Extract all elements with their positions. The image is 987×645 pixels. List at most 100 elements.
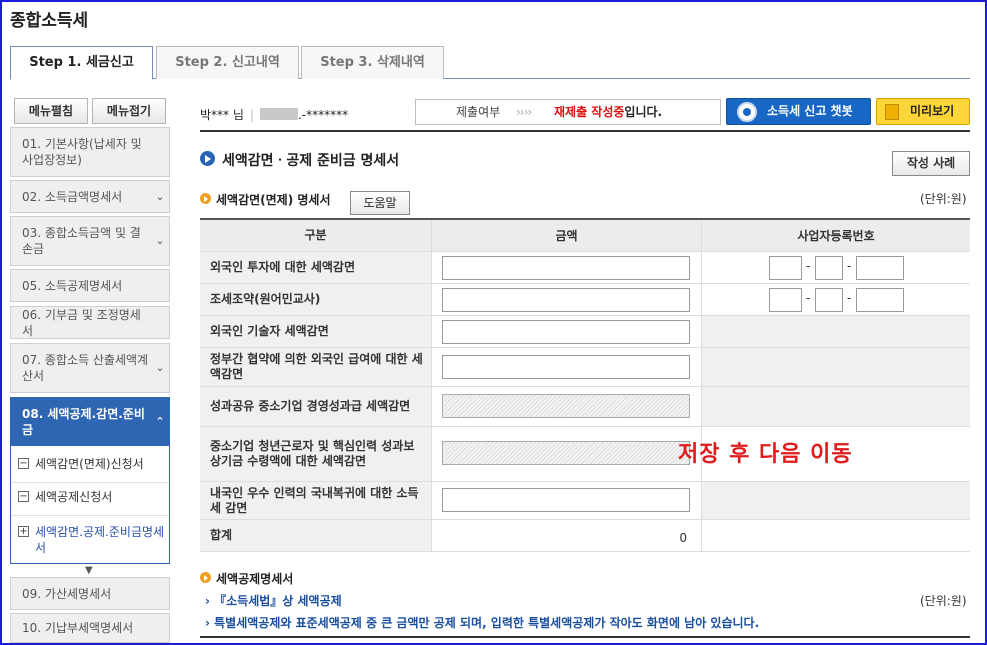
sidebar-item-label: 02. 소득금액명세서 bbox=[22, 189, 123, 204]
tab-step3[interactable]: Step 3. 삭제내역 bbox=[301, 46, 444, 79]
masked-block bbox=[259, 108, 298, 120]
amount-cell bbox=[431, 316, 701, 347]
preview-button[interactable]: 미리보기 bbox=[876, 98, 970, 125]
preview-button-label: 미리보기 bbox=[910, 104, 955, 118]
sidebar-item-penalty-tax[interactable]: 09. 가산세명세서 bbox=[10, 577, 170, 610]
tab-step1[interactable]: Step 1. 세금신고 bbox=[10, 46, 153, 80]
total-cell: 0 bbox=[431, 520, 701, 551]
expand-all-button[interactable]: 메뉴펼침 bbox=[14, 98, 88, 124]
arrow-circle-icon bbox=[200, 151, 215, 166]
bullet-icon bbox=[200, 193, 211, 204]
table-row: 중소기업 청년근로자 및 핵심인력 성과보상기금 수령액에 대한 세액감면 bbox=[200, 427, 970, 482]
status-value-red: 재제출 작성중 bbox=[554, 105, 625, 119]
sidebar-item-basic-info[interactable]: 01. 기본사항(납세자 및 사업장정보) bbox=[10, 127, 170, 177]
submenu-item-credit-request[interactable]: − 세액공제신청서 bbox=[11, 489, 169, 505]
collapse-all-button[interactable]: 메뉴접기 bbox=[92, 98, 166, 124]
business-number-cell bbox=[701, 387, 970, 426]
page-title: 종합소득세 bbox=[10, 11, 89, 31]
business-number-cell bbox=[701, 316, 970, 347]
reduction-title: 세액감면(면제) 명세서 bbox=[200, 191, 331, 208]
divider: | bbox=[249, 108, 254, 122]
business-number-cell: - - bbox=[701, 284, 970, 315]
sidebar-item-label: 06. 기부금 및 조정명세서 bbox=[22, 307, 141, 338]
business-number-part2[interactable] bbox=[815, 256, 843, 280]
header-amount: 금액 bbox=[431, 220, 701, 251]
amount-input-disabled bbox=[442, 394, 690, 418]
row-label: 중소기업 청년근로자 및 핵심인력 성과보상기금 수령액에 대한 세액감면 bbox=[200, 427, 431, 481]
status-label: 제출여부 bbox=[456, 105, 501, 119]
sidebar-item-total-income[interactable]: 03. 종합소득금액 및 결손금 ⌄ bbox=[10, 216, 170, 266]
divider bbox=[11, 515, 169, 516]
expand-icon: + bbox=[18, 526, 29, 537]
amount-cell bbox=[431, 482, 701, 519]
user-name: 박*** 님 bbox=[200, 108, 244, 122]
reduction-table: 구분 금액 사업자등록번호 외국인 투자에 대한 세액감면 - - 조세조약(원… bbox=[200, 218, 970, 552]
help-button[interactable]: 도움말 bbox=[350, 191, 410, 215]
business-number-part1[interactable] bbox=[769, 256, 802, 280]
business-number-part2[interactable] bbox=[815, 288, 843, 312]
business-number-cell bbox=[701, 520, 970, 551]
business-number-part1[interactable] bbox=[769, 288, 802, 312]
header-category: 구분 bbox=[200, 220, 431, 251]
sidebar-submenu: − 세액감면(면제)신청서 − 세액공제신청서 + 세액감면.공제.준비금명세서 bbox=[10, 446, 170, 564]
row-label: 조세조약(원어민교사) bbox=[200, 284, 431, 315]
sidebar-item-donation[interactable]: 06. 기부금 및 조정명세서 bbox=[10, 306, 170, 339]
submission-status: 제출여부 ›››› 재제출 작성중입니다. bbox=[415, 99, 721, 125]
collapse-icon: − bbox=[18, 491, 29, 502]
amount-input[interactable] bbox=[442, 256, 690, 280]
amount-cell bbox=[431, 284, 701, 315]
chatbot-button[interactable]: 소득세 신고 챗봇 bbox=[726, 98, 871, 125]
submenu-label: 세액감면.공제.준비금명세서 bbox=[35, 525, 165, 555]
sidebar-item-label: 07. 종합소득 산출세액계산서 bbox=[22, 353, 149, 383]
amount-cell bbox=[431, 252, 701, 283]
dash: - bbox=[806, 291, 811, 305]
amount-input[interactable] bbox=[442, 320, 690, 344]
masked-id: .-******* bbox=[297, 108, 349, 122]
table-row: 조세조약(원어민교사) - - bbox=[200, 284, 970, 316]
user-info: 박*** 님 | .-******* bbox=[200, 106, 348, 123]
sidebar-item-income-deduction[interactable]: 05. 소득공제명세서 bbox=[10, 269, 170, 302]
sidebar-item-label: 05. 소득공제명세서 bbox=[22, 278, 123, 293]
table-header: 구분 금액 사업자등록번호 bbox=[200, 220, 970, 252]
example-button[interactable]: 작성 사례 bbox=[892, 151, 970, 176]
divider bbox=[200, 636, 970, 638]
overlay-note: 저장 후 다음 이동 bbox=[678, 442, 853, 467]
status-value: 재제출 작성중입니다. bbox=[554, 100, 662, 124]
chatbot-button-label: 소득세 신고 챗봇 bbox=[767, 104, 853, 118]
table-row: 외국인 투자에 대한 세액감면 - - bbox=[200, 252, 970, 284]
dash: - bbox=[847, 291, 852, 305]
section-title: 세액감면ㆍ공제 준비금 명세서 bbox=[200, 150, 399, 170]
bullet-icon bbox=[200, 572, 211, 583]
submenu-item-credit-statement[interactable]: + 세액감면.공제.준비금명세서 bbox=[11, 524, 169, 556]
unit-label: (단위:원) bbox=[920, 192, 967, 206]
table-row: 내국인 우수 인력의 국내복귀에 대한 소득세 감면 bbox=[200, 482, 970, 520]
total-value: 0 bbox=[679, 531, 687, 545]
document-icon bbox=[885, 104, 899, 120]
tab-step2[interactable]: Step 2. 신고내역 bbox=[156, 46, 299, 79]
sidebar-item-tax-credit[interactable]: 08. 세액공제.감면.준비금 ⌃ bbox=[10, 397, 170, 447]
business-number-part3[interactable] bbox=[856, 288, 904, 312]
tax-law-link[interactable]: › 『소득세법』상 세액공제 bbox=[205, 592, 342, 609]
sidebar-item-income-statement[interactable]: 02. 소득금액명세서 ⌄ bbox=[10, 180, 170, 213]
table-row: 성과공유 중소기업 경영성과급 세액감면 bbox=[200, 387, 970, 427]
amount-cell bbox=[431, 387, 701, 426]
business-number-part3[interactable] bbox=[856, 256, 904, 280]
section-title-text: 세액감면ㆍ공제 준비금 명세서 bbox=[222, 153, 400, 169]
collapse-icon: − bbox=[18, 458, 29, 469]
submenu-label: 세액공제신청서 bbox=[35, 490, 113, 504]
sidebar-item-tax-calculation[interactable]: 07. 종합소득 산출세액계산서 ⌄ bbox=[10, 343, 170, 393]
credit-title: 세액공제명세서 bbox=[200, 570, 293, 587]
chevron-down-icon: ⌄ bbox=[155, 189, 165, 203]
step-tabs: Step 1. 세금신고 Step 2. 신고내역 Step 3. 삭제내역 bbox=[10, 46, 970, 80]
submenu-item-reduction-request[interactable]: − 세액감면(면제)신청서 bbox=[11, 456, 169, 472]
row-label: 외국인 투자에 대한 세액감면 bbox=[200, 252, 431, 283]
sidebar-item-label: 08. 세액공제.감면.준비금 bbox=[22, 407, 145, 437]
row-label: 정부간 협약에 의한 외국인 급여에 대한 세액감면 bbox=[200, 348, 431, 386]
table-row-total: 합계 0 bbox=[200, 520, 970, 552]
business-number-cell: - - bbox=[701, 252, 970, 283]
business-number-cell bbox=[701, 348, 970, 386]
amount-input[interactable] bbox=[442, 288, 690, 312]
amount-input[interactable] bbox=[442, 355, 690, 379]
amount-input[interactable] bbox=[442, 488, 690, 512]
sidebar-item-prepaid-tax[interactable]: 10. 기납부세액명세서 bbox=[10, 613, 170, 643]
